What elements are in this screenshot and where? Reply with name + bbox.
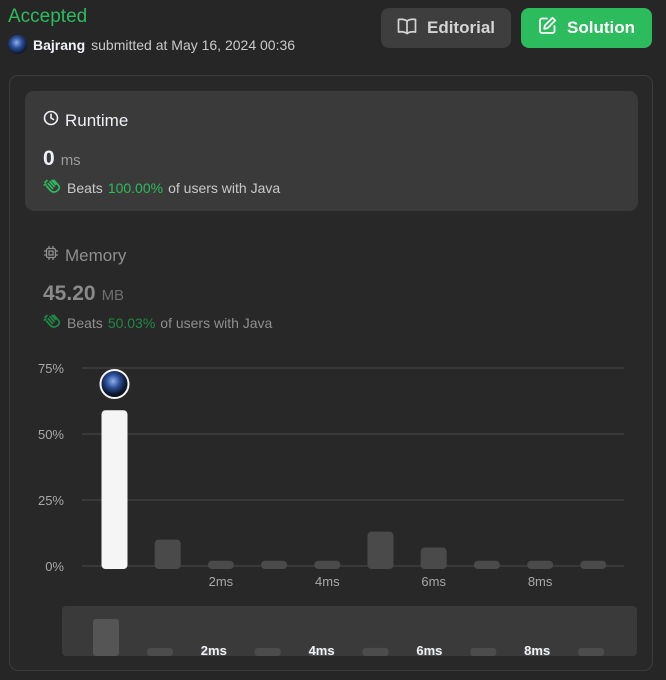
solution-button[interactable]: Solution (521, 8, 652, 48)
runtime-beats-suffix: of users with Java (168, 180, 281, 196)
chip-icon (43, 245, 59, 266)
submitter-info: Bajrang submitted at May 16, 2024 00:36 (8, 35, 295, 54)
clock-icon (43, 110, 59, 131)
memory-unit: MB (101, 287, 125, 304)
runtime-beats-label: Beats (67, 180, 103, 196)
chart-bar[interactable] (420, 547, 447, 569)
chart-bar[interactable] (473, 560, 500, 569)
runtime-card[interactable]: Runtime 0 ms Beats 100.00% of users with… (25, 91, 638, 211)
runtime-number: 0 (43, 147, 55, 170)
avatar-marker[interactable] (99, 369, 130, 399)
submission-time: submitted at May 16, 2024 00:36 (91, 36, 296, 53)
avatar[interactable] (8, 35, 27, 54)
runtime-beats-percent: 100.00% (107, 180, 164, 196)
runtime-title: Runtime (43, 110, 128, 131)
memory-beats-label: Beats (67, 315, 103, 331)
clapping-icon (43, 313, 62, 333)
runtime-title-text: Runtime (65, 110, 129, 130)
clapping-icon (43, 178, 62, 198)
chart-bar[interactable] (367, 531, 394, 569)
chart-bar[interactable] (207, 560, 234, 569)
chart-bar[interactable] (580, 560, 607, 569)
memory-value: 45.20 MB (43, 282, 124, 306)
memory-beats: Beats 50.03% of users with Java (43, 313, 272, 333)
runtime-value: 0 ms (43, 147, 81, 171)
solution-label: Solution (567, 18, 635, 37)
memory-beats-percent: 50.03% (107, 315, 156, 331)
chart-bar[interactable] (101, 410, 128, 569)
editorial-label: Editorial (426, 18, 495, 37)
memory-title: Memory (43, 245, 126, 266)
chart-bar[interactable] (261, 560, 288, 569)
memory-number: 45.20 (43, 282, 96, 305)
memory-card[interactable]: Memory 45.20 MB Beats 50.03% of users wi… (25, 226, 638, 346)
submitter-username[interactable]: Bajrang (33, 37, 85, 53)
book-icon (397, 17, 417, 40)
editorial-button[interactable]: Editorial (381, 8, 511, 48)
chart-bar[interactable] (527, 560, 554, 569)
chart-bar[interactable] (154, 539, 181, 569)
runtime-beats: Beats 100.00% of users with Java (43, 178, 280, 198)
runtime-unit: ms (60, 152, 81, 169)
edit-icon (538, 16, 557, 40)
overview-scrubber[interactable] (62, 606, 637, 656)
chart-bar[interactable] (314, 560, 341, 569)
memory-beats-suffix: of users with Java (160, 315, 273, 331)
status-title: Accepted (8, 6, 88, 27)
memory-title-text: Memory (65, 245, 127, 265)
